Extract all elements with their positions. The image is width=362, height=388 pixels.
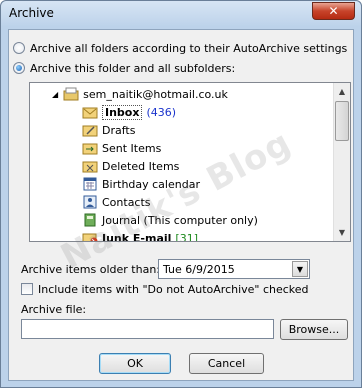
archive-date-value: Tue 6/9/2015 (163, 262, 235, 276)
tree-item-journal[interactable]: Journal (This computer only) (82, 211, 350, 229)
archive-all-option[interactable]: Archive all folders according to their A… (13, 40, 347, 56)
archive-this-option[interactable]: Archive this folder and all subfolders: (13, 60, 235, 76)
tree-item-contacts[interactable]: Contacts (82, 193, 350, 211)
tree-item-label: Junk E-mail (102, 231, 172, 242)
close-button[interactable]: ✕ (312, 2, 355, 20)
archive-all-label: Archive all folders according to their A… (30, 41, 348, 55)
tree-item-sent-items[interactable]: Sent Items (82, 139, 350, 157)
tree-item-birthday-calendar[interactable]: Birthday calendar (82, 175, 350, 193)
tree-item-label: Contacts (102, 195, 151, 209)
ok-button[interactable]: OK (99, 353, 171, 374)
inbox-folder-icon (82, 105, 98, 119)
journal-icon (82, 213, 98, 227)
tree-item-deleted-items[interactable]: Deleted Items (82, 157, 350, 175)
dropdown-arrow-icon[interactable]: ▼ (292, 261, 308, 277)
window-title: Archive (9, 6, 54, 20)
archive-file-label: Archive file: (21, 303, 87, 316)
contacts-icon (82, 195, 98, 209)
close-icon: ✕ (328, 4, 339, 18)
mailbox-icon (63, 87, 79, 101)
junk-count: [31] (175, 231, 198, 242)
archive-all-radio[interactable] (13, 42, 25, 54)
tree-scrollbar[interactable]: ▲ ▼ (333, 83, 350, 241)
include-do-not-archive-checkbox[interactable] (21, 283, 33, 295)
archive-older-label: Archive items older than: (21, 263, 160, 276)
tree-item-inbox[interactable]: Inbox (436) (82, 103, 350, 121)
tree-item-drafts[interactable]: Drafts (82, 121, 350, 139)
archive-this-label: Archive this folder and all subfolders: (30, 61, 236, 75)
archive-this-radio[interactable] (13, 62, 25, 74)
scroll-down-icon[interactable]: ▼ (334, 224, 350, 241)
include-do-not-archive-label: Include items with "Do not AutoArchive" … (38, 282, 309, 296)
tree-item-label: Drafts (102, 123, 136, 137)
archive-dialog: Archive ✕ Archive all folders according … (0, 0, 362, 388)
include-do-not-archive-option[interactable]: Include items with "Do not AutoArchive" … (21, 281, 309, 297)
tree-item-label: Birthday calendar (102, 177, 200, 191)
unread-count: (436) (146, 105, 177, 119)
calendar-icon (82, 177, 98, 191)
tree-item-label: Deleted Items (102, 159, 180, 173)
title-bar[interactable]: Archive ✕ (1, 1, 361, 27)
tree-item-label: Sent Items (102, 141, 162, 155)
tree-item-junk-email[interactable]: Junk E-mail [31] (82, 229, 350, 242)
browse-button[interactable]: Browse... (280, 319, 348, 340)
junk-folder-icon (82, 231, 98, 241)
archive-date-dropdown[interactable]: Tue 6/9/2015 ▼ (158, 259, 310, 279)
drafts-folder-icon (82, 123, 98, 137)
cancel-button[interactable]: Cancel (189, 353, 264, 374)
inbox-selection: Inbox (102, 104, 143, 120)
deleted-items-folder-icon (82, 159, 98, 173)
scroll-up-icon[interactable]: ▲ (334, 83, 350, 100)
tree-item-label: Inbox (105, 105, 140, 119)
dialog-body: Archive all folders according to their A… (8, 29, 354, 381)
archive-file-input[interactable] (21, 319, 274, 339)
tree-root[interactable]: ◢ sem_naitik@hotmail.co.uk (52, 85, 350, 103)
tree-root-label: sem_naitik@hotmail.co.uk (83, 87, 228, 101)
scroll-thumb[interactable] (335, 101, 349, 141)
expand-arrow-icon[interactable]: ◢ (52, 90, 58, 99)
sent-items-folder-icon (82, 141, 98, 155)
tree-item-label: Journal (This computer only) (102, 213, 258, 227)
folder-tree[interactable]: ◢ sem_naitik@hotmail.co.uk Inbox (436) D… (29, 82, 351, 242)
